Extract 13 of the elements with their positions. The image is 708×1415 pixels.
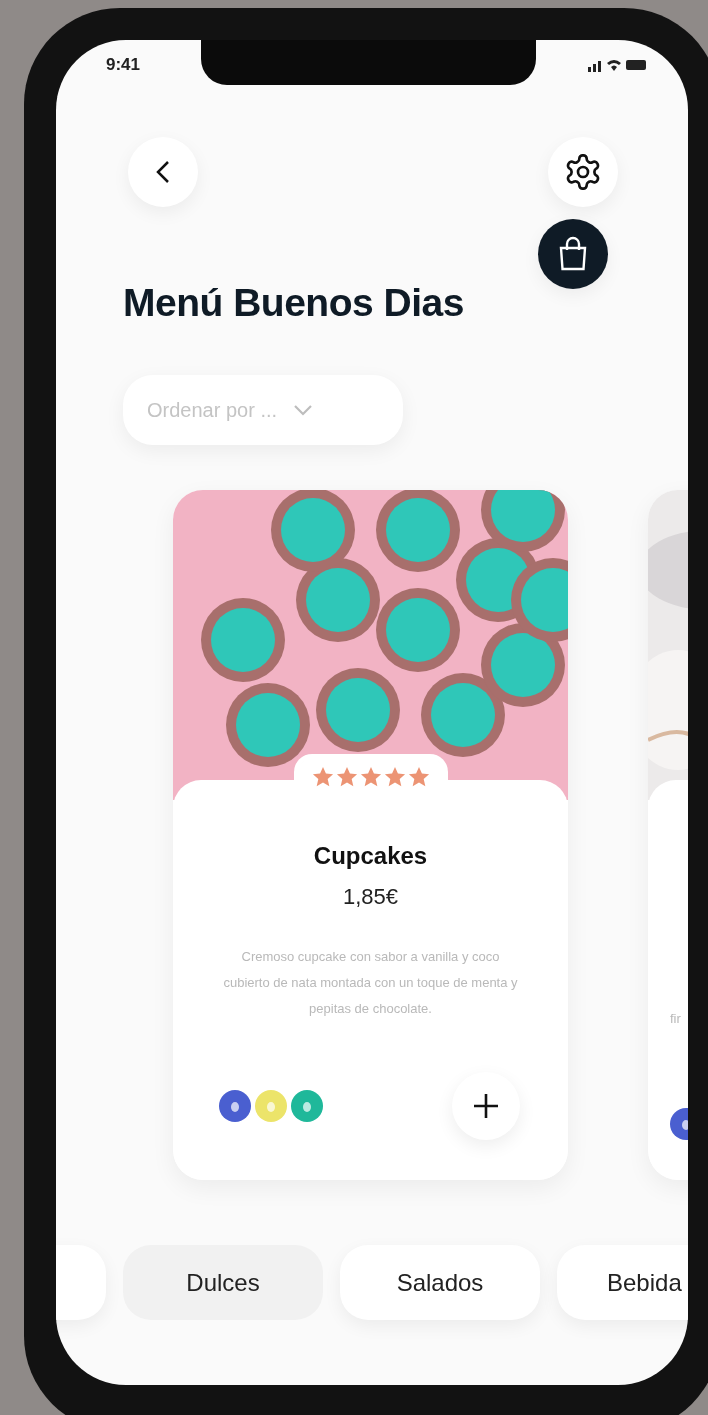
back-icon [156,160,170,184]
category-tab[interactable]: Salados [340,1245,540,1320]
product-price: 1,85€ [342,884,399,910]
status-icons [588,57,648,73]
plus-icon [473,1093,499,1119]
category-tab[interactable]: Bebida [557,1245,688,1320]
chevron-down-icon [293,404,314,416]
category-tab[interactable]: Dulces [123,1245,323,1320]
status-time: 9:41 [106,55,141,75]
product-description: fir [670,1010,681,1028]
page-title: Menú Buenos Dias [123,281,465,325]
product-description: Cremoso cupcake con sabor a vanilla y coco cubierto de nata montada con un toque de menta y pepitas de chocolate. [222,948,519,1018]
product-name: Cupcakes [313,842,428,870]
